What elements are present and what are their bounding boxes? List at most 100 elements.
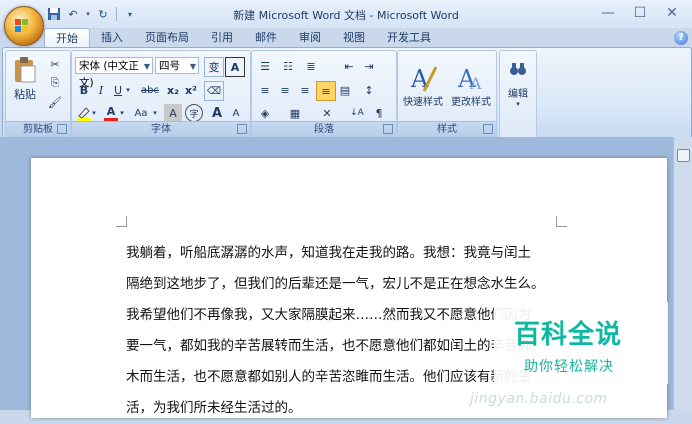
tab-mailings[interactable]: 邮件 — [244, 28, 288, 48]
save-icon[interactable] — [46, 6, 62, 22]
line-spacing-icon[interactable]: ↕ — [360, 81, 378, 99]
crop-mark-top-left — [116, 216, 127, 227]
clipboard-launcher-icon[interactable] — [57, 124, 67, 134]
increase-indent-icon[interactable]: ⇥ — [360, 57, 378, 75]
undo-dropdown-icon[interactable]: ▾ — [84, 6, 92, 22]
help-icon[interactable]: ? — [674, 31, 688, 45]
maximize-icon[interactable]: ☐ — [624, 2, 656, 24]
svg-text:A: A — [469, 74, 482, 93]
numbering-icon[interactable]: ☷ — [279, 57, 297, 75]
vertical-scroll-area[interactable] — [673, 137, 692, 410]
borders-icon[interactable]: ▦ — [286, 104, 304, 122]
window-controls: — ☐ ✕ — [592, 2, 688, 24]
styles-group: A 快速样式 AA 更改样式 样式 — [397, 50, 497, 138]
watermark-url: jingyan.baidu.com — [470, 391, 608, 407]
watermark-subtitle: 助你轻松解决 — [524, 359, 614, 375]
align-right-icon[interactable]: ≡ — [296, 81, 314, 99]
shading-icon[interactable]: ◈ — [256, 104, 274, 122]
change-case-button[interactable]: Aa — [130, 104, 152, 122]
editing-button[interactable]: 编辑 ▾ — [502, 55, 534, 111]
customize-qat-icon[interactable]: ▾ — [122, 6, 138, 22]
chinese-layout-icon[interactable]: ✕ — [318, 104, 336, 122]
close-icon[interactable]: ✕ — [656, 2, 688, 24]
highlight-dropdown-icon[interactable]: ▾ — [90, 104, 98, 122]
align-left-icon[interactable]: ≡ — [256, 81, 274, 99]
paragraph-launcher-icon[interactable] — [383, 124, 393, 134]
text-line: 我躺着，听船底潺潺的水声，知道我在走我的路。我想：我竟与闰土 — [126, 245, 531, 261]
binoculars-icon — [510, 62, 526, 75]
redo-icon[interactable]: ↻ — [95, 6, 111, 22]
paste-icon — [15, 57, 36, 83]
font-name-combo[interactable]: 宋体 (中文正文) ▼ — [75, 57, 153, 89]
font-color-glyph: A — [106, 104, 116, 118]
watermark-badge: 百科全说 助你轻松解决 — [494, 302, 668, 384]
justify-icon[interactable]: ≡ — [316, 81, 336, 101]
paste-button[interactable]: 粘贴 — [10, 53, 40, 105]
change-styles-button[interactable]: AA 更改样式 — [448, 53, 494, 117]
styles-launcher-icon[interactable] — [483, 124, 493, 134]
font-size-combo[interactable]: 四号 ▼ — [155, 57, 199, 74]
chevron-down-icon: ▼ — [143, 62, 150, 71]
tab-page-layout[interactable]: 页面布局 — [134, 28, 200, 48]
ribbon: 粘贴 ✂ ⎘ 🖌 剪贴板 宋体 (中文正文) ▼ 四号 ▼ 变 A B I U ▾ … — [2, 47, 692, 139]
ribbon-tabs: 开始 插入 页面布局 引用 邮件 审阅 视图 开发工具 — [44, 28, 442, 48]
clipboard-group: 粘贴 ✂ ⎘ 🖌 剪贴板 — [5, 50, 71, 138]
quick-access-toolbar: ↶ ▾ ↻ ▾ — [46, 6, 138, 22]
watermark-title: 百科全说 — [514, 320, 623, 350]
change-styles-label: 更改样式 — [451, 96, 491, 108]
font-size-value: 四号 — [159, 60, 180, 72]
ruler-toggle-icon[interactable] — [677, 149, 690, 162]
bullets-icon[interactable]: ☰ — [256, 57, 274, 75]
tab-review[interactable]: 审阅 — [288, 28, 332, 48]
shrink-font-button[interactable]: A — [227, 104, 245, 122]
change-case-dropdown-icon[interactable]: ▾ — [151, 104, 159, 122]
tab-insert[interactable]: 插入 — [90, 28, 134, 48]
italic-button[interactable]: I — [92, 81, 110, 99]
decrease-indent-icon[interactable]: ⇤ — [340, 57, 358, 75]
align-center-icon[interactable]: ≡ — [276, 81, 294, 99]
font-group-label: 字体 — [72, 121, 250, 137]
cut-icon[interactable]: ✂ — [46, 55, 64, 73]
crop-mark-top-right — [556, 216, 567, 227]
char-shading-button[interactable]: A — [164, 104, 182, 122]
chevron-down-icon: ▼ — [189, 62, 196, 71]
grow-font-button[interactable]: A — [208, 104, 226, 122]
font-color-dropdown-icon[interactable]: ▾ — [118, 104, 126, 122]
underline-dropdown-icon[interactable]: ▾ — [124, 81, 132, 99]
undo-icon[interactable]: ↶ — [65, 6, 81, 22]
phonetic-guide-button[interactable]: 变 — [204, 57, 224, 77]
paste-label: 粘贴 — [14, 88, 36, 101]
tab-developer[interactable]: 开发工具 — [376, 28, 442, 48]
multilevel-list-icon[interactable]: ≣ — [302, 57, 320, 75]
office-button[interactable] — [4, 6, 44, 46]
quick-styles-label: 快速样式 — [403, 96, 443, 108]
editing-label: 编辑 — [508, 88, 528, 100]
distributed-icon[interactable]: ▤ — [336, 81, 354, 99]
font-group: 宋体 (中文正文) ▼ 四号 ▼ 变 A B I U ▾ abc x₂ x² ⌫ ▾… — [71, 50, 251, 138]
office-logo-icon — [15, 19, 28, 32]
bold-button[interactable]: B — [75, 81, 93, 99]
format-painter-icon[interactable]: 🖌 — [46, 93, 64, 111]
quick-styles-icon: A — [410, 65, 438, 93]
enclose-char-button[interactable]: 字 — [185, 104, 203, 122]
sort-button[interactable]: ↓A — [348, 104, 366, 122]
quick-styles-button[interactable]: A 快速样式 — [400, 53, 446, 117]
copy-icon[interactable]: ⎘ — [46, 74, 64, 92]
editing-group: 编辑 ▾ — [499, 50, 537, 138]
title-bar: 新建 Microsoft Word 文档 - Microsoft Word ↶ … — [0, 0, 692, 28]
minimize-icon[interactable]: — — [592, 2, 624, 24]
styles-group-label: 样式 — [398, 121, 496, 137]
subscript-button[interactable]: x₂ — [164, 81, 182, 99]
tab-references[interactable]: 引用 — [200, 28, 244, 48]
tab-view[interactable]: 视图 — [332, 28, 376, 48]
superscript-button[interactable]: x² — [182, 81, 200, 99]
paragraph-group-label: 段落 — [252, 121, 396, 137]
show-marks-button[interactable]: ¶ — [370, 104, 388, 122]
strikethrough-button[interactable]: abc — [138, 81, 162, 99]
change-styles-icon: AA — [457, 65, 482, 93]
paragraph-group: ☰ ☷ ≣ ⇤ ⇥ ≡ ≡ ≡ ≡ ▤ ↕ ◈ ▦ ✕ ↓A ¶ 段落 — [251, 50, 397, 138]
char-border-button[interactable]: A — [225, 57, 245, 77]
font-launcher-icon[interactable] — [237, 124, 247, 134]
tab-home[interactable]: 开始 — [44, 28, 90, 48]
clear-format-icon[interactable]: ⌫ — [204, 81, 224, 101]
